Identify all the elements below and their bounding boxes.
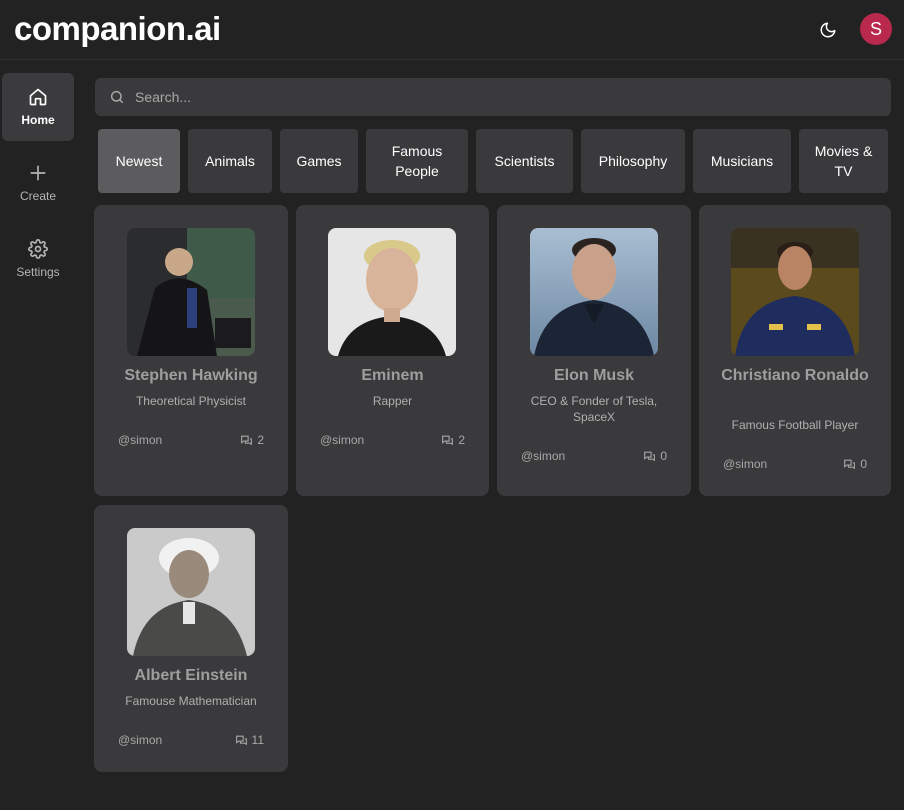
companion-name: Stephen Hawking [124, 367, 258, 384]
user-avatar[interactable]: S [860, 13, 892, 45]
companion-card[interactable]: Elon Musk CEO & Fonder of Tesla, SpaceX … [497, 205, 691, 496]
companion-card[interactable]: Stephen Hawking Theoretical Physicist @s… [94, 205, 288, 496]
search-bar [95, 78, 891, 116]
category-famous-people[interactable]: Famous People [366, 129, 468, 193]
messages-icon [844, 459, 856, 469]
companion-author: @simon [118, 433, 163, 447]
messages-icon [241, 435, 253, 445]
companion-card[interactable]: Albert Einstein Famouse Mathematician @s… [94, 505, 288, 772]
messages-icon [235, 735, 247, 745]
companion-author: @simon [521, 449, 566, 463]
companion-author: @simon [118, 733, 163, 747]
companion-photo [127, 528, 255, 656]
companion-description: CEO & Fonder of Tesla, SpaceX [530, 394, 658, 424]
companion-card[interactable]: Eminem Rapper @simon 2 [296, 205, 489, 496]
messages-icon [644, 451, 656, 461]
companion-description: Rapper [372, 394, 413, 408]
search-input[interactable] [135, 89, 835, 105]
message-count-value: 11 [251, 733, 264, 747]
category-animals[interactable]: Animals [188, 129, 272, 193]
sidebar-item-home[interactable]: Home [2, 73, 74, 141]
companion-description: Theoretical Physicist [135, 394, 247, 408]
message-count-value: 0 [660, 449, 667, 463]
sidebar-item-settings[interactable]: Settings [2, 225, 74, 293]
companion-photo [731, 228, 859, 356]
message-count-value: 0 [860, 457, 867, 471]
home-icon [29, 88, 47, 106]
app-logo[interactable]: companion.ai [14, 10, 221, 48]
companion-author: @simon [723, 457, 768, 471]
category-musicians[interactable]: Musicians [693, 129, 791, 193]
plus-icon [30, 165, 46, 181]
gear-icon [28, 239, 48, 259]
category-philosophy[interactable]: Philosophy [581, 129, 685, 193]
search-icon [110, 90, 124, 104]
companion-name: Albert Einstein [134, 667, 248, 684]
sidebar-item-create[interactable]: Create [2, 149, 74, 217]
companion-photo [328, 228, 456, 356]
category-games[interactable]: Games [280, 129, 358, 193]
sidebar-item-label: Create [19, 189, 57, 203]
message-count-value: 2 [458, 433, 465, 447]
companion-name: Eminem [361, 367, 424, 384]
messages-icon [442, 435, 454, 445]
companion-name: Elon Musk [553, 367, 634, 384]
theme-toggle-button[interactable] [814, 16, 842, 44]
companion-description: Famous Football Player [731, 418, 859, 432]
message-count: 0 [643, 449, 667, 463]
sidebar-item-label: Settings [16, 265, 60, 279]
sidebar-item-label: Home [21, 113, 55, 127]
companion-photo [530, 228, 658, 356]
companion-photo [127, 228, 255, 356]
message-count: 0 [843, 457, 867, 471]
category-newest[interactable]: Newest [98, 129, 180, 193]
message-count-value: 2 [257, 433, 264, 447]
category-scientists[interactable]: Scientists [476, 129, 573, 193]
companion-author: @simon [320, 433, 365, 447]
companion-description: Famouse Mathematician [125, 694, 257, 708]
companion-card[interactable]: Christiano Ronaldo Famous Football Playe… [699, 205, 891, 496]
companion-name: Christiano Ronaldo [721, 367, 869, 384]
moon-icon [820, 22, 836, 38]
message-count: 11 [235, 733, 264, 747]
top-bar: companion.ai S [0, 0, 904, 60]
category-movies-tv[interactable]: Movies & TV [799, 129, 888, 193]
message-count: 2 [240, 433, 264, 447]
message-count: 2 [441, 433, 465, 447]
